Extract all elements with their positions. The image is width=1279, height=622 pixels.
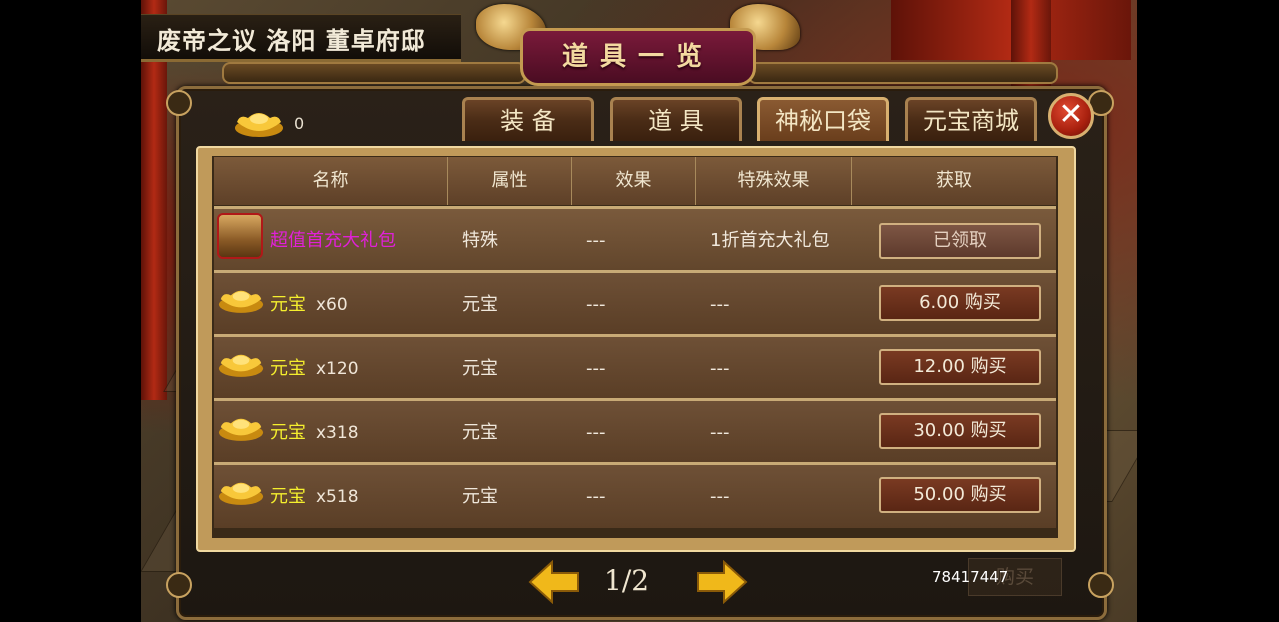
table-row: 元宝 x120 元宝 --- --- 12.00 购买 bbox=[214, 334, 1056, 398]
close-icon: ✕ bbox=[1058, 97, 1084, 132]
buy-button[interactable]: 6.00 购买 bbox=[879, 285, 1041, 321]
gold-ingot-icon bbox=[218, 418, 264, 441]
item-effect: --- bbox=[586, 358, 606, 379]
gold-ingot-icon bbox=[235, 113, 283, 137]
gold-count: 0 bbox=[294, 114, 305, 133]
item-attribute: 元宝 bbox=[462, 422, 498, 443]
tab-mystery-bag[interactable]: 神秘口袋 bbox=[757, 97, 889, 141]
item-quantity: x518 bbox=[316, 487, 359, 507]
item-name: 元宝 bbox=[270, 422, 306, 443]
item-effect: --- bbox=[586, 294, 606, 315]
arrow-right-icon[interactable] bbox=[696, 560, 748, 604]
tab-equipment[interactable]: 装 备 bbox=[462, 97, 594, 141]
item-special-effect: --- bbox=[710, 358, 730, 379]
header-attribute: 属性 bbox=[448, 157, 572, 205]
item-quantity: x120 bbox=[316, 359, 359, 379]
header-effect: 效果 bbox=[572, 157, 696, 205]
buy-button[interactable]: 30.00 购买 bbox=[879, 413, 1041, 449]
item-name: 元宝 bbox=[270, 358, 306, 379]
ornament-corner-icon bbox=[166, 572, 192, 598]
gold-ingot-icon bbox=[218, 354, 264, 377]
panel-title-plate: 道具一览 bbox=[520, 28, 756, 86]
tab-ingot-shop[interactable]: 元宝商城 bbox=[905, 97, 1037, 141]
item-name: 元宝 bbox=[270, 294, 306, 315]
gold-ingot-icon bbox=[218, 482, 264, 505]
item-name: 超值首充大礼包 bbox=[270, 230, 396, 251]
item-special-effect: --- bbox=[710, 294, 730, 315]
buy-button[interactable]: 50.00 购买 bbox=[879, 477, 1041, 513]
table-header: 名称 属性 效果 特殊效果 获取 bbox=[214, 157, 1056, 205]
ornament-corner-icon bbox=[166, 90, 192, 116]
location-text: 废帝之议 洛阳 董卓府邸 bbox=[157, 26, 426, 55]
ornament-rail bbox=[748, 62, 1058, 84]
item-name: 元宝 bbox=[270, 486, 306, 507]
arrow-left-icon[interactable] bbox=[528, 560, 580, 604]
ornament-corner-icon bbox=[1088, 572, 1114, 598]
table-row: 元宝 x518 元宝 --- --- 50.00 购买 bbox=[214, 462, 1056, 528]
location-banner: 废帝之议 洛阳 董卓府邸 bbox=[141, 14, 461, 62]
item-effect: --- bbox=[586, 230, 606, 251]
header-special-effect: 特殊效果 bbox=[696, 157, 852, 205]
item-attribute: 元宝 bbox=[462, 294, 498, 315]
ornament-rail bbox=[222, 62, 526, 84]
item-effect: --- bbox=[586, 486, 606, 507]
user-id: 78417447 bbox=[932, 568, 1009, 586]
buy-button[interactable]: 12.00 购买 bbox=[879, 349, 1041, 385]
table-row: 元宝 x318 元宝 --- --- 30.00 购买 bbox=[214, 398, 1056, 462]
item-attribute: 特殊 bbox=[462, 230, 498, 251]
item-name-cell: 元宝 x318 bbox=[270, 405, 359, 460]
header-acquire: 获取 bbox=[936, 170, 972, 191]
item-attribute: 元宝 bbox=[462, 358, 498, 379]
table-row: 超值首充大礼包 特殊 --- 1折首充大礼包 已领取 bbox=[214, 206, 1056, 270]
close-button[interactable]: ✕ bbox=[1048, 93, 1094, 139]
item-quantity: x318 bbox=[316, 423, 359, 443]
item-name-cell: 元宝 x518 bbox=[270, 469, 359, 524]
header-name: 名称 bbox=[214, 157, 448, 205]
item-special-effect: --- bbox=[710, 422, 730, 443]
item-name-cell: 元宝 x60 bbox=[270, 277, 348, 332]
tab-items[interactable]: 道 具 bbox=[610, 97, 742, 141]
gold-ingot-icon bbox=[218, 290, 264, 313]
table-row: 元宝 x60 元宝 --- --- 6.00 购买 bbox=[214, 270, 1056, 334]
item-special-effect: --- bbox=[710, 486, 730, 507]
page-indicator: 1/2 bbox=[604, 564, 650, 597]
claimed-button[interactable]: 已领取 bbox=[879, 223, 1041, 259]
item-quantity: x60 bbox=[316, 295, 348, 315]
item-attribute: 元宝 bbox=[462, 486, 498, 507]
item-name-cell: 元宝 x120 bbox=[270, 341, 359, 396]
item-effect: --- bbox=[586, 422, 606, 443]
item-special-effect: 1折首充大礼包 bbox=[710, 230, 830, 251]
panel-title: 道具一览 bbox=[561, 42, 714, 72]
treasure-chest-icon bbox=[217, 213, 263, 259]
